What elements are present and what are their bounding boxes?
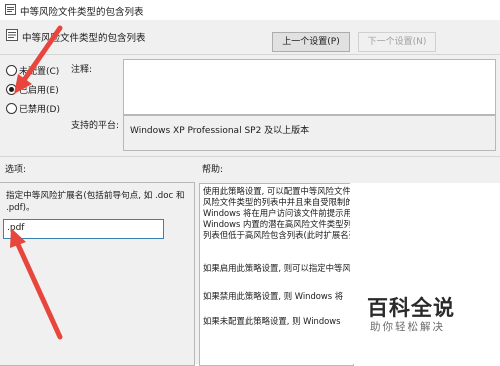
arrow-annotation-input xyxy=(10,228,63,340)
arrow-annotation-enabled xyxy=(14,25,63,94)
annotation-arrows xyxy=(10,25,63,340)
